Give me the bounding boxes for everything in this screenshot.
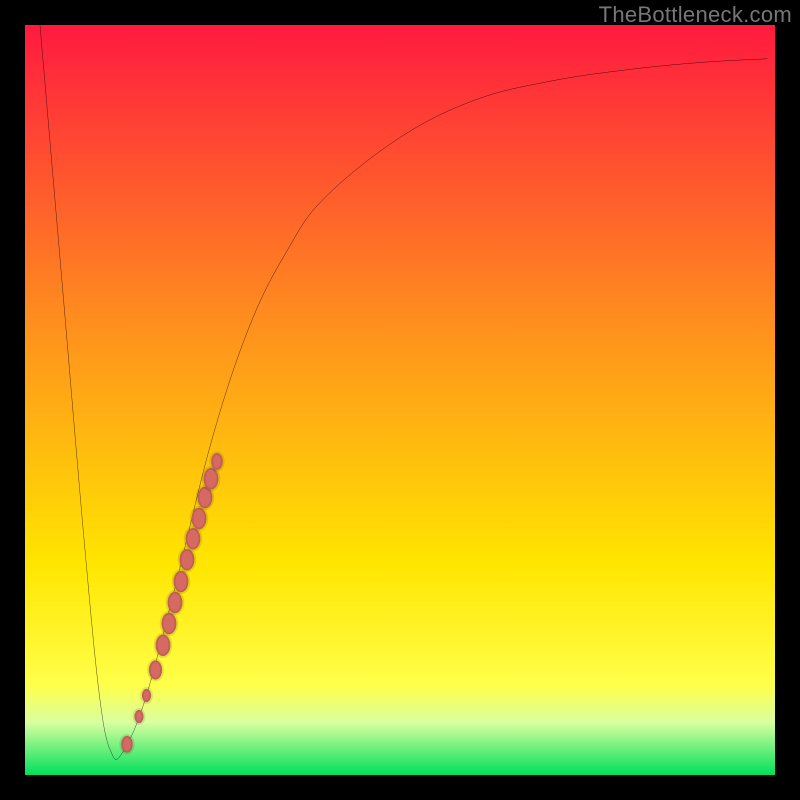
marker-bead: [121, 736, 133, 753]
marker-bead: [156, 634, 171, 656]
marker-bead: [186, 528, 201, 550]
chart-frame: TheBottleneck.com: [0, 0, 800, 800]
plot-area: [25, 25, 775, 775]
marker-bead: [142, 689, 151, 702]
chart-svg: [25, 25, 775, 775]
bottleneck-curve: [40, 25, 768, 760]
marker-bead: [192, 508, 207, 530]
marker-bead: [180, 549, 195, 571]
marker-group: [121, 453, 223, 753]
watermark-text: TheBottleneck.com: [599, 2, 792, 28]
marker-bead: [211, 453, 223, 470]
marker-bead: [168, 592, 183, 614]
marker-bead: [134, 710, 143, 723]
marker-bead: [174, 571, 189, 593]
marker-bead: [162, 613, 177, 635]
marker-bead: [149, 660, 162, 679]
